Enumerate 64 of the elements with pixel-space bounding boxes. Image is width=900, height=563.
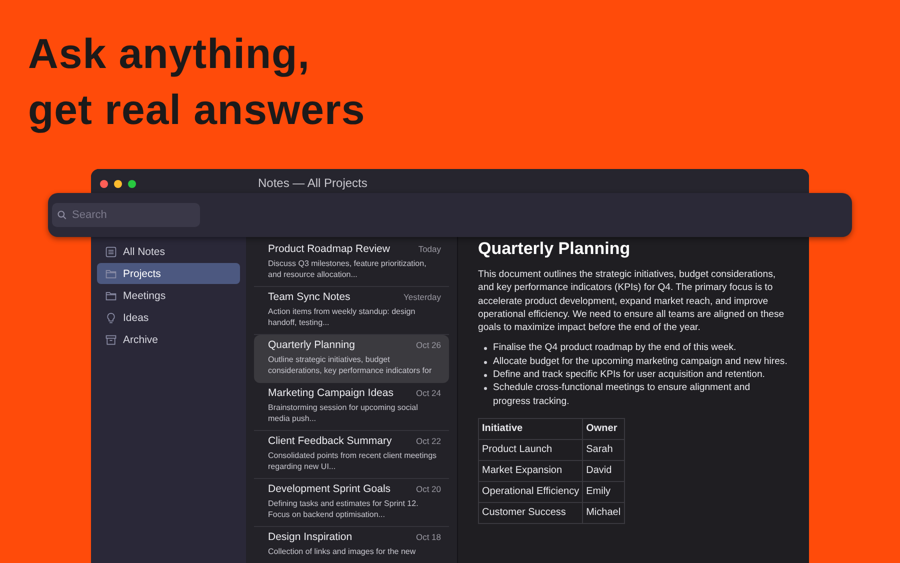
note-title: Design Inspiration (268, 531, 352, 543)
note-preview: Defining tasks and estimates for Sprint 12. Focus on backend optimisation... (268, 498, 420, 520)
note-title: Product Roadmap Review (268, 243, 390, 255)
note-date: Oct 26 (416, 340, 441, 350)
bullet-icon (484, 347, 487, 350)
zoom-window-icon[interactable] (128, 180, 136, 188)
note-date: Yesterday (404, 292, 441, 302)
close-window-icon[interactable] (100, 180, 108, 188)
sidebar-item[interactable]: Projects (97, 263, 240, 284)
table-cell: Market Expansion (478, 460, 583, 482)
note-list-item[interactable]: Client Feedback Summary Oct 22 Consolidated points from recent client meetings regarding new UI... (254, 431, 449, 479)
note-title: Marketing Campaign Ideas (268, 387, 394, 399)
table-cell: David (582, 460, 624, 482)
note-list-item[interactable]: Design Inspiration Oct 18 Collection of links and images for the new (254, 527, 449, 563)
note-date: Oct 20 (416, 484, 441, 494)
table-cell: Michael (582, 502, 624, 524)
folder-icon (105, 268, 117, 280)
note-preview: Collection of links and images for the new (268, 546, 417, 557)
bullet-text: Define and track specific KPIs for user acquisition and retention. (493, 368, 765, 382)
note-preview: Consolidated points from recent client meetings regarding new UI... (268, 450, 438, 472)
note-preview: Outline strategic initiatives, budget considerations, key performance indicators for (268, 354, 433, 376)
folder-icon (105, 290, 117, 302)
sidebar-item[interactable]: All Notes (97, 241, 240, 262)
lightbulb-icon (105, 312, 117, 324)
bullet-text: Schedule cross-functional meetings to ensure alignment and progress tracking. (493, 381, 752, 408)
bullet-icon (484, 387, 487, 390)
note-date: Oct 24 (416, 388, 441, 398)
table-header-cell: Owner (582, 418, 624, 440)
bullet-icon (484, 360, 487, 364)
minimize-window-icon[interactable] (114, 180, 122, 188)
list-icon (105, 246, 117, 258)
note-preview: Action items from weekly standup: design handoff, testing... (268, 306, 416, 328)
note-list-item[interactable]: Quarterly Planning Oct 26 Outline strategic initiatives, budget considerations, key performance indicators for (254, 335, 449, 383)
bullet-icon (484, 374, 487, 378)
headline-text: get real answers (28, 85, 366, 135)
sidebar-item[interactable]: Meetings (97, 285, 240, 306)
note-list-item[interactable]: Development Sprint Goals Oct 20 Defining tasks and estimates for Sprint 12. Focus on backend optimisation... (254, 479, 449, 527)
archive-box-icon (105, 334, 117, 346)
document-paragraph: This document outlines the strategic initiatives, budget considerations, and key performance indicators (KPIs) for Q4. The primary focus is to accelerate product development, expand market reach, and improve operational efficiency. We need to ensure all teams are aligned on these goals to maximize impact before the end of the year. (478, 268, 786, 334)
sidebar-item[interactable]: Ideas (97, 307, 240, 328)
note-title: Client Feedback Summary (268, 435, 392, 447)
document-title: Quarterly Planning (478, 239, 632, 259)
note-preview: Brainstorming session for upcoming social media push... (268, 402, 419, 424)
note-list-item[interactable]: Product Roadmap Review Today Discuss Q3 milestones, feature prioritization, and resource allocation... (254, 239, 449, 287)
table-cell: Emily (582, 481, 624, 502)
note-title: Development Sprint Goals (268, 483, 391, 495)
table-cell: Product Launch (478, 439, 583, 460)
bullet-text: Finalise the Q4 product roadmap by the end of this week. (493, 341, 736, 355)
note-date: Oct 18 (416, 532, 441, 542)
table-cell: Sarah (582, 439, 624, 460)
note-title: Team Sync Notes (268, 291, 350, 303)
table-cell: Customer Success (478, 502, 583, 524)
window-title: Notes — All Projects (257, 176, 368, 190)
headline-text: Ask anything, (28, 29, 310, 79)
note-preview: Discuss Q3 milestones, feature prioritization, and resource allocation... (268, 258, 428, 280)
note-list-item[interactable]: Marketing Campaign Ideas Oct 24 Brainstorming session for upcoming social media push... (254, 383, 449, 431)
note-title: Quarterly Planning (268, 339, 355, 351)
bullet-text: Allocate budget for the upcoming marketing campaign and new hires. (493, 354, 788, 368)
sidebar-item[interactable]: Archive (97, 329, 240, 350)
note-date: Oct 22 (416, 436, 441, 446)
table-header-cell: Initiative (478, 418, 583, 440)
note-date: Today (418, 244, 441, 254)
search-field[interactable]: Search (52, 203, 200, 227)
table-cell: Operational Efficiency (478, 481, 583, 502)
